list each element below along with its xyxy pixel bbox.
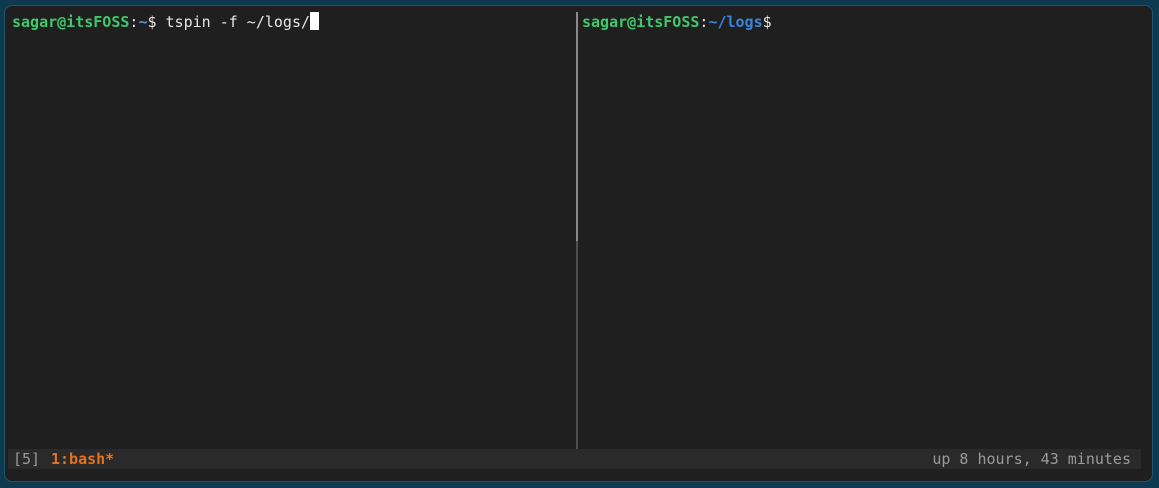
prompt-path: ~/logs xyxy=(708,13,763,31)
prompt-user-host: sagar@itsFOSS xyxy=(582,13,700,31)
command-text: tspin -f ~/logs/ xyxy=(156,13,311,31)
text-cursor xyxy=(310,12,320,30)
tmux-status-bar: [5] 1:bash* up 8 hours, 43 minutes xyxy=(8,449,1141,469)
pane-divider[interactable] xyxy=(576,241,578,450)
left-pane[interactable]: sagar@itsFOSS:~$ tspin -f ~/logs/ xyxy=(12,12,572,32)
prompt-symbol: $ xyxy=(147,13,157,31)
pane-divider-active[interactable] xyxy=(576,12,578,241)
right-pane[interactable]: sagar@itsFOSS:~/logs$ xyxy=(582,12,1142,32)
window-tab-bash[interactable]: 1:bash* xyxy=(51,449,114,469)
session-indicator: [5] xyxy=(13,450,41,468)
prompt-symbol: $ xyxy=(762,13,772,31)
terminal-window[interactable]: sagar@itsFOSS:~$ tspin -f ~/logs/ sagar@… xyxy=(5,6,1152,481)
uptime-text: up 8 hours, 43 minutes xyxy=(932,450,1131,468)
prompt-user-host: sagar@itsFOSS xyxy=(12,13,130,31)
